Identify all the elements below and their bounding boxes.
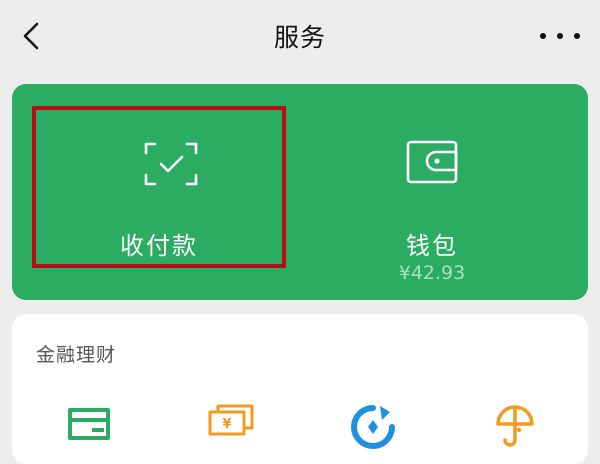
credit-card-icon[interactable]: [66, 404, 112, 450]
header: 服务: [0, 0, 600, 72]
wallet-icon: [406, 140, 458, 184]
svg-text:¥: ¥: [222, 417, 231, 432]
wealth-icon[interactable]: [350, 404, 396, 450]
scan-check-icon: [144, 142, 198, 186]
finance-section-title: 金融理财: [36, 344, 117, 366]
more-dot: [557, 33, 563, 39]
pay-receive-button[interactable]: 收付款: [32, 106, 286, 268]
page-title: 服务: [273, 23, 326, 52]
finance-card: 金融理财 ¥: [12, 314, 588, 464]
more-dots-icon: [540, 33, 546, 39]
wallet-balance: ¥42.93: [398, 262, 466, 284]
cash-icon[interactable]: ¥: [208, 404, 254, 450]
pay-receive-label: 收付款: [120, 232, 198, 260]
services-card: 收付款 钱包 ¥42.93: [12, 84, 588, 300]
more-dot: [574, 33, 580, 39]
more-button[interactable]: [540, 24, 580, 48]
insurance-icon[interactable]: [492, 404, 538, 450]
wallet-label: 钱包: [406, 232, 458, 260]
wallet-button[interactable]: 钱包 ¥42.93: [312, 106, 552, 284]
